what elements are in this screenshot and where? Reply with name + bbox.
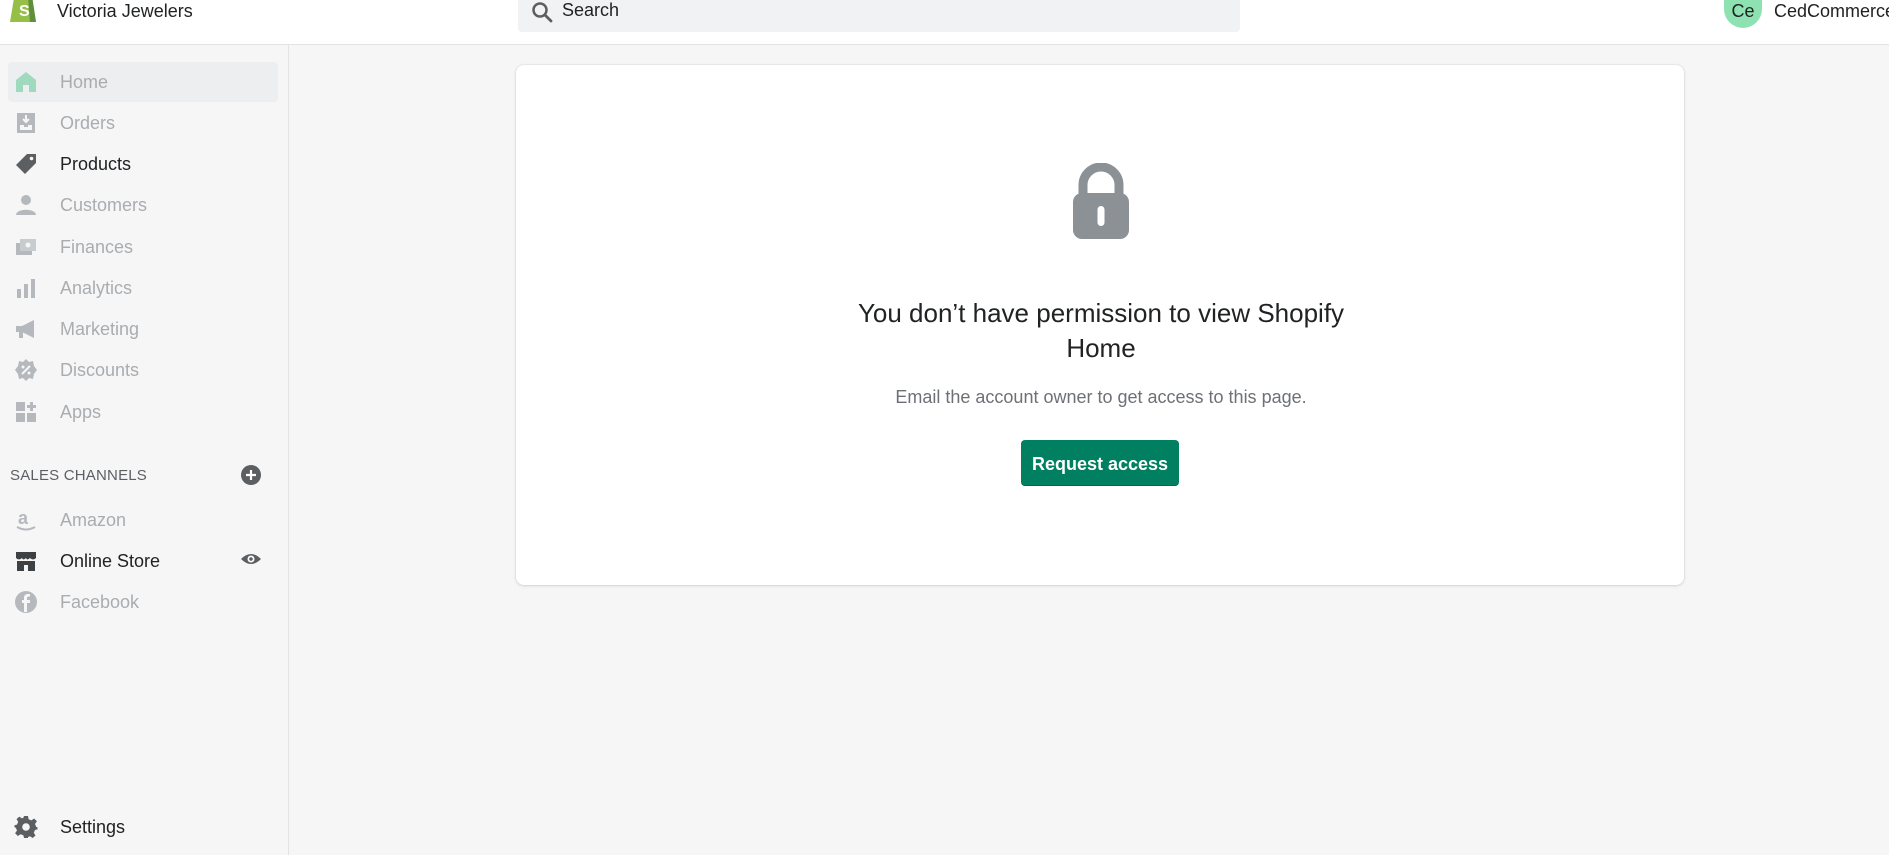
sidebar-item-label: Discounts [60,360,140,380]
sidebar-item-label: Customers [60,195,148,215]
sidebar-item-label: Home [60,72,109,92]
sidebar-item-label: Facebook [60,592,140,612]
request-access-button[interactable]: Request access [1021,440,1179,486]
sidebar-item-amazon[interactable]: a Amazon [8,500,278,540]
orders-icon [14,111,38,135]
sidebar-item-home[interactable]: Home [8,62,278,102]
sidebar-item-orders[interactable]: Orders [8,103,278,143]
avatar[interactable]: Ce [1724,0,1762,28]
svg-text:a: a [18,508,29,528]
sidebar-item-products[interactable]: Products [8,144,278,184]
sidebar-item-label: Apps [60,402,102,422]
home-icon [14,70,38,94]
sales-channels-title: SALES CHANNELS [10,467,148,484]
sidebar: Home Orders Products Customers Finances … [0,45,289,855]
tag-icon [14,152,38,176]
sidebar-item-label: Finances [60,237,134,257]
sidebar-item-label: Marketing [60,319,140,339]
sidebar-item-label: Settings [60,817,126,837]
top-bar: S Victoria Jewelers Search Ce CedCommerc… [0,0,1889,45]
view-store-eye-icon[interactable] [240,548,262,570]
megaphone-icon [14,317,38,341]
discount-icon [14,358,38,382]
facebook-icon [14,590,38,614]
sidebar-item-apps[interactable]: Apps [8,392,278,432]
finances-icon [14,235,38,259]
store-icon [14,549,38,573]
sidebar-item-customers[interactable]: Customers [8,185,278,225]
sidebar-item-marketing[interactable]: Marketing [8,309,278,349]
add-sales-channel-icon[interactable] [240,464,262,486]
user-name[interactable]: CedCommerce [1774,1,1889,22]
search-bar[interactable]: Search [518,0,1240,32]
bar-chart-icon [14,276,38,300]
sidebar-item-label: Orders [60,113,116,133]
svg-text:S: S [19,3,30,20]
sidebar-item-analytics[interactable]: Analytics [8,268,278,308]
permission-card: You don’t have permission to view Shopif… [516,65,1684,585]
sidebar-item-label: Analytics [60,278,133,298]
lock-icon [1069,162,1133,243]
sidebar-item-label: Online Store [60,551,161,571]
sidebar-item-finances[interactable]: Finances [8,227,278,267]
sidebar-item-facebook[interactable]: Facebook [8,582,278,622]
sidebar-item-label: Amazon [60,510,127,530]
search-placeholder: Search [562,0,620,20]
gear-icon [14,815,38,839]
sidebar-item-settings[interactable]: Settings [8,807,278,847]
permission-message: Email the account owner to get access to… [895,387,1307,407]
sidebar-item-online-store[interactable]: Online Store [8,541,278,581]
sidebar-item-discounts[interactable]: Discounts [8,350,278,390]
store-name[interactable]: Victoria Jewelers [57,1,193,22]
page-title: You don’t have permission to view Shopif… [857,298,1345,363]
shopify-logo-icon[interactable]: S [6,0,42,24]
person-icon [14,193,38,217]
apps-icon [14,400,38,424]
search-icon [530,0,554,24]
sidebar-item-label: Products [60,154,132,174]
amazon-icon: a [14,508,38,532]
